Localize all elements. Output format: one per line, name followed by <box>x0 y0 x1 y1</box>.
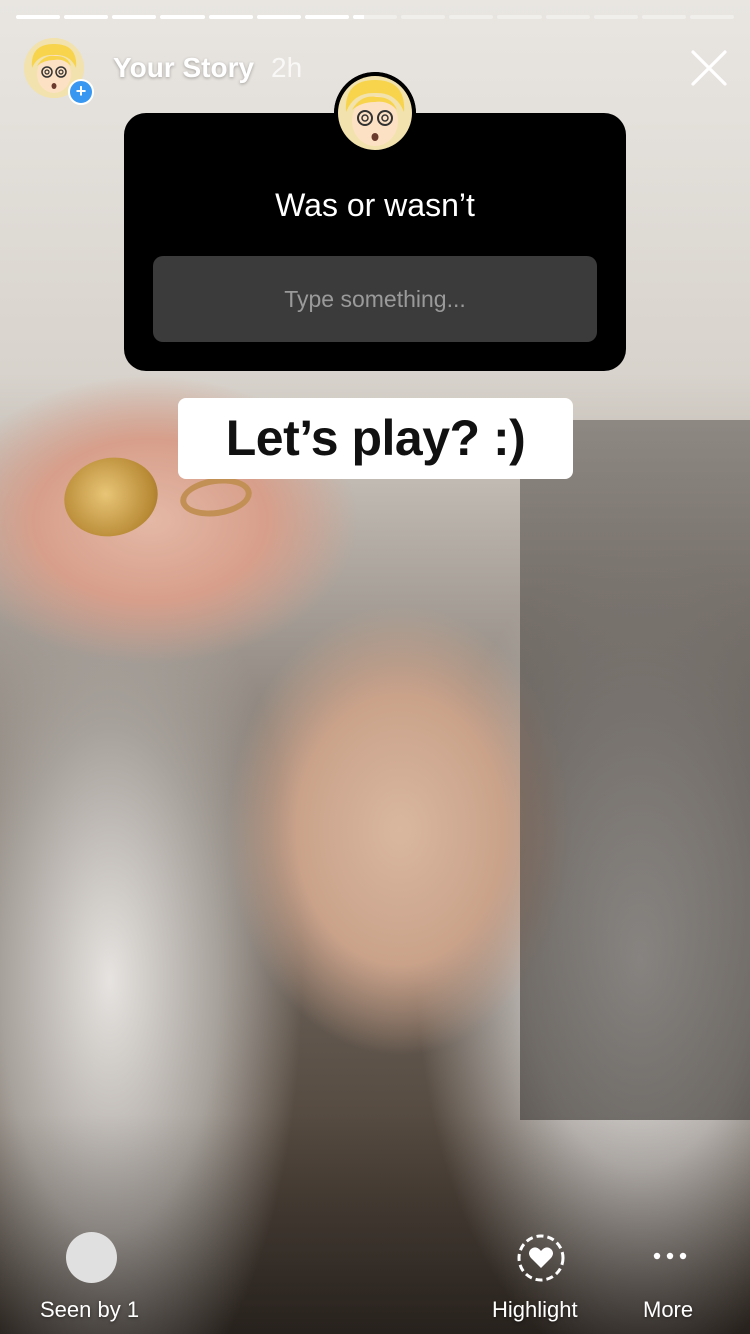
progress-segment <box>545 15 590 19</box>
seen-by-avatar[interactable] <box>66 1232 117 1283</box>
progress-segment <box>304 15 349 19</box>
ellipsis-icon[interactable] <box>650 1248 690 1264</box>
story-title[interactable]: Your Story <box>113 52 254 84</box>
sticker-avatar <box>334 72 416 154</box>
memoji-avatar-icon <box>334 72 416 154</box>
progress-segment <box>352 15 398 19</box>
story-progress-bar <box>16 15 735 19</box>
progress-segment <box>16 15 61 19</box>
close-icon[interactable] <box>690 49 728 87</box>
progress-segment <box>208 15 253 19</box>
progress-segment <box>497 15 542 19</box>
progress-segment <box>641 15 686 19</box>
photo-wall-shadow <box>520 420 750 1120</box>
progress-segment <box>256 15 301 19</box>
more-label[interactable]: More <box>643 1297 693 1323</box>
story-timestamp: 2h <box>271 52 303 83</box>
plus-icon[interactable]: + <box>68 79 94 105</box>
progress-segment <box>112 15 157 19</box>
progress-segment <box>689 15 735 19</box>
progress-segment <box>401 15 446 19</box>
progress-segment <box>449 15 494 19</box>
progress-segment <box>593 15 638 19</box>
sticker-answer-input[interactable]: Type something... <box>153 256 597 342</box>
highlight-label[interactable]: Highlight <box>492 1297 578 1323</box>
seen-by-label[interactable]: Seen by 1 <box>40 1297 139 1323</box>
progress-segment <box>160 15 205 19</box>
progress-segment <box>64 15 109 19</box>
heart-circle-icon[interactable] <box>516 1233 566 1283</box>
sticker-question: Was or wasn’t <box>275 187 475 223</box>
story-caption: Let’s play? :) <box>178 398 573 479</box>
